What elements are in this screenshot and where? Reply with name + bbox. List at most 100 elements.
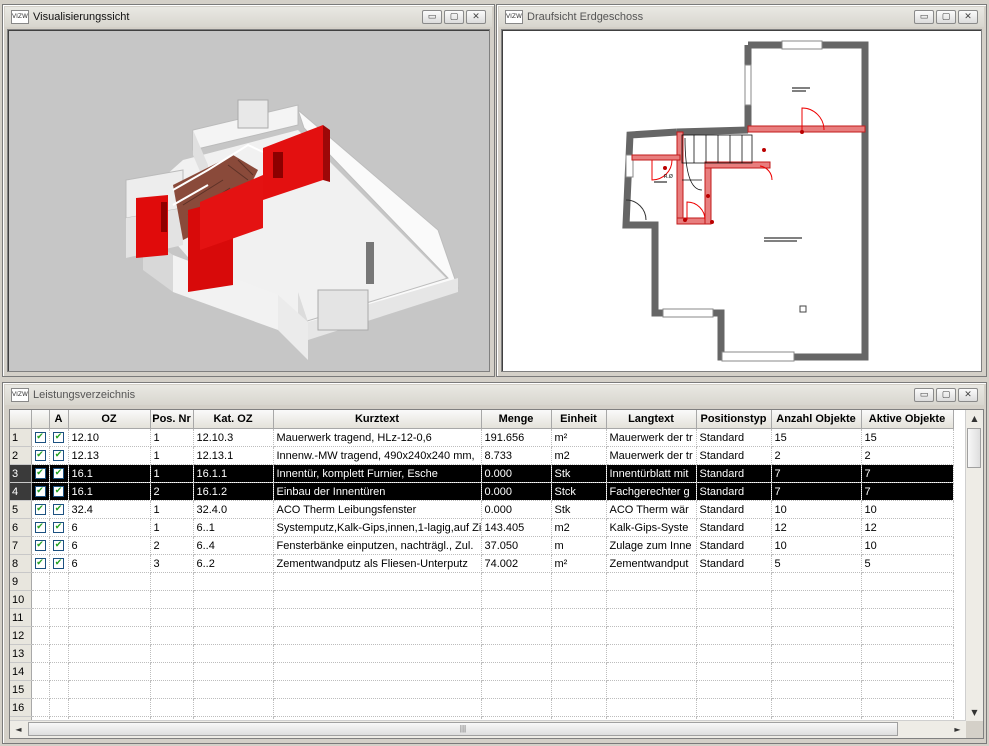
checkbox[interactable]: ✔ bbox=[34, 450, 46, 462]
empty-cell[interactable] bbox=[481, 626, 552, 645]
empty-cell[interactable] bbox=[193, 572, 274, 591]
cell-kat[interactable]: 16.1.2 bbox=[193, 482, 274, 501]
empty-cell[interactable] bbox=[193, 698, 274, 717]
empty-cell[interactable] bbox=[696, 572, 772, 591]
checkbox[interactable]: ✔ bbox=[53, 504, 64, 516]
table-row[interactable]: 11 bbox=[10, 608, 954, 627]
column-header[interactable]: OZ bbox=[68, 410, 151, 429]
table-row[interactable]: 3 ✔ ✔ 16.1 1 16.1.1 Innentür, komplett Furnier… bbox=[10, 464, 954, 483]
empty-cell[interactable] bbox=[696, 680, 772, 699]
cell-oz[interactable]: 12.10 bbox=[68, 428, 151, 447]
floorplan-canvas[interactable]: R.Ø bbox=[501, 29, 982, 372]
maximize-icon[interactable]: ▢ bbox=[444, 10, 464, 24]
checkbox[interactable]: ✔ bbox=[53, 432, 64, 444]
cell-kat[interactable]: 6..4 bbox=[193, 536, 274, 555]
empty-cell[interactable] bbox=[771, 626, 862, 645]
empty-cell[interactable] bbox=[481, 644, 552, 663]
cell-lang[interactable]: Mauerwerk der tr bbox=[606, 428, 697, 447]
empty-cell[interactable] bbox=[606, 608, 697, 627]
column-header[interactable] bbox=[10, 410, 32, 429]
empty-cell[interactable] bbox=[193, 590, 274, 609]
table-row[interactable]: 5 ✔ ✔ 32.4 1 32.4.0 ACO Therm Leibungsfenster 0… bbox=[10, 500, 954, 519]
cell-kat[interactable]: 16.1.1 bbox=[193, 464, 274, 483]
cell-menge[interactable]: 0.000 bbox=[481, 500, 552, 519]
empty-cell[interactable] bbox=[49, 662, 69, 681]
empty-cell[interactable] bbox=[49, 680, 69, 699]
cell-einheit[interactable]: Stck bbox=[551, 482, 607, 501]
table-row[interactable]: 15 bbox=[10, 680, 954, 699]
checkbox[interactable]: ✔ bbox=[34, 522, 46, 534]
cell-aktiv[interactable]: 12 bbox=[861, 518, 954, 537]
empty-cell[interactable] bbox=[696, 590, 772, 609]
row-number[interactable]: 9 bbox=[10, 572, 32, 591]
empty-cell[interactable] bbox=[150, 662, 194, 681]
cell-kat[interactable]: 12.10.3 bbox=[193, 428, 274, 447]
empty-cell[interactable] bbox=[31, 680, 50, 699]
empty-cell[interactable] bbox=[68, 626, 151, 645]
cell-lang[interactable]: Mauerwerk der tr bbox=[606, 446, 697, 465]
cell-aktiv[interactable]: 2 bbox=[861, 446, 954, 465]
empty-cell[interactable] bbox=[150, 590, 194, 609]
cell-anzahl[interactable]: 12 bbox=[771, 518, 862, 537]
cell-kurz[interactable]: Einbau der Innentüren bbox=[273, 482, 482, 501]
cell-lang[interactable]: Zementwandput bbox=[606, 554, 697, 573]
floorplan-titlebar[interactable]: VIZW Draufsicht Erdgeschoss ▭ ▢ ✕ bbox=[499, 7, 984, 27]
empty-cell[interactable] bbox=[861, 662, 954, 681]
maximize-icon[interactable]: ▢ bbox=[936, 10, 956, 24]
cell-lang[interactable]: ACO Therm wär bbox=[606, 500, 697, 519]
table-row[interactable]: 1 ✔ ✔ 12.10 1 12.10.3 Mauerwerk tragend, HLz-1… bbox=[10, 428, 954, 447]
table-row[interactable]: 9 bbox=[10, 572, 954, 591]
cell-typ[interactable]: Standard bbox=[696, 482, 772, 501]
empty-cell[interactable] bbox=[273, 608, 482, 627]
cell-typ[interactable]: Standard bbox=[696, 464, 772, 483]
row-number[interactable]: 13 bbox=[10, 644, 32, 663]
empty-cell[interactable] bbox=[481, 698, 552, 717]
empty-cell[interactable] bbox=[606, 572, 697, 591]
cell-aktiv[interactable]: 7 bbox=[861, 464, 954, 483]
empty-cell[interactable] bbox=[273, 698, 482, 717]
column-header[interactable]: Langtext bbox=[606, 410, 697, 429]
minimize-icon[interactable]: ▭ bbox=[914, 388, 934, 402]
close-icon[interactable]: ✕ bbox=[958, 10, 978, 24]
empty-cell[interactable] bbox=[771, 680, 862, 699]
cell-anzahl[interactable]: 15 bbox=[771, 428, 862, 447]
empty-cell[interactable] bbox=[481, 572, 552, 591]
empty-cell[interactable] bbox=[68, 662, 151, 681]
column-header[interactable]: Anzahl Objekte bbox=[771, 410, 862, 429]
cell-lang[interactable]: Kalk-Gips-Syste bbox=[606, 518, 697, 537]
empty-cell[interactable] bbox=[771, 608, 862, 627]
empty-cell[interactable] bbox=[31, 698, 50, 717]
checkbox[interactable]: ✔ bbox=[53, 486, 64, 498]
cell-lang[interactable]: Fachgerechter g bbox=[606, 482, 697, 501]
cell-pos[interactable]: 2 bbox=[150, 482, 194, 501]
cell-pos[interactable]: 1 bbox=[150, 446, 194, 465]
empty-cell[interactable] bbox=[771, 698, 862, 717]
visualization-titlebar[interactable]: VIZW Visualisierungssicht ▭ ▢ ✕ bbox=[5, 7, 492, 27]
empty-cell[interactable] bbox=[273, 626, 482, 645]
checkbox[interactable]: ✔ bbox=[53, 468, 64, 480]
cell-menge[interactable]: 8.733 bbox=[481, 446, 552, 465]
empty-cell[interactable] bbox=[551, 608, 607, 627]
cell-einheit[interactable]: m² bbox=[551, 428, 607, 447]
empty-cell[interactable] bbox=[771, 590, 862, 609]
empty-cell[interactable] bbox=[606, 644, 697, 663]
empty-cell[interactable] bbox=[49, 698, 69, 717]
empty-cell[interactable] bbox=[31, 644, 50, 663]
empty-cell[interactable] bbox=[31, 626, 50, 645]
cell-kurz[interactable]: Innentür, komplett Furnier, Esche bbox=[273, 464, 482, 483]
floor-plan-drawing[interactable]: R.Ø bbox=[502, 30, 981, 370]
cell-oz[interactable]: 16.1 bbox=[68, 482, 151, 501]
column-header[interactable]: Positionstyp bbox=[696, 410, 772, 429]
scroll-left-icon[interactable]: ◄ bbox=[10, 721, 27, 738]
maximize-icon[interactable]: ▢ bbox=[936, 388, 956, 402]
cell-lang[interactable]: Zulage zum Inne bbox=[606, 536, 697, 555]
cell-menge[interactable]: 143.405 bbox=[481, 518, 552, 537]
empty-cell[interactable] bbox=[551, 644, 607, 663]
table-row[interactable]: 14 bbox=[10, 662, 954, 681]
table-row[interactable]: 13 bbox=[10, 644, 954, 663]
checkbox[interactable]: ✔ bbox=[34, 432, 46, 444]
empty-cell[interactable] bbox=[273, 680, 482, 699]
cell-oz[interactable]: 32.4 bbox=[68, 500, 151, 519]
cell-menge[interactable]: 0.000 bbox=[481, 464, 552, 483]
cell-anzahl[interactable]: 10 bbox=[771, 500, 862, 519]
